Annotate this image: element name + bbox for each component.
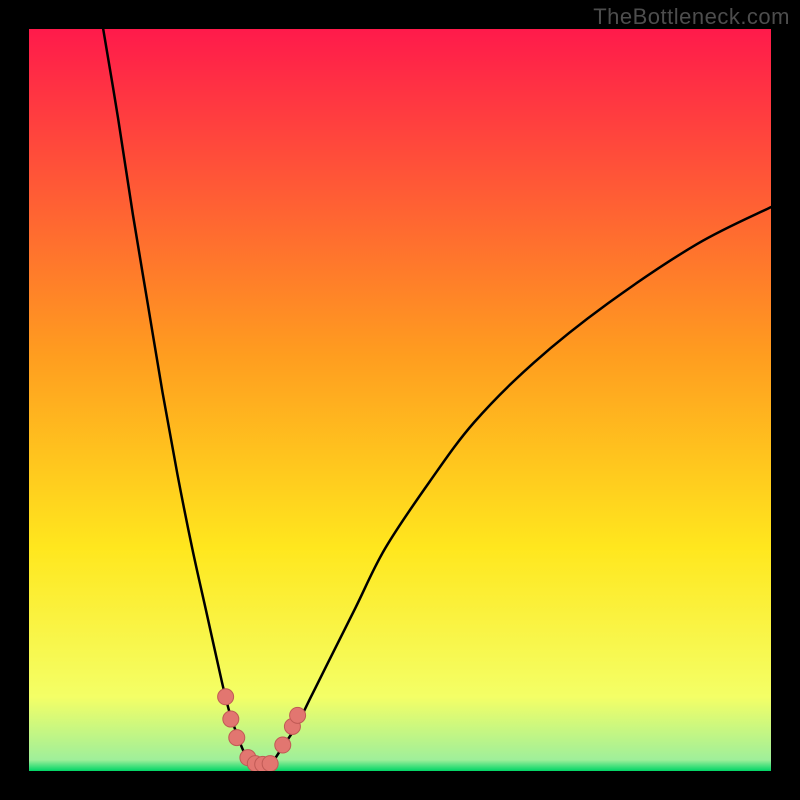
optimal-marker <box>290 707 306 723</box>
watermark-text: TheBottleneck.com <box>593 4 790 30</box>
optimal-marker <box>262 756 278 771</box>
bottleneck-chart <box>29 29 771 771</box>
optimal-marker <box>223 711 239 727</box>
optimal-marker <box>229 730 245 746</box>
optimal-marker <box>218 689 234 705</box>
optimal-marker <box>275 737 291 753</box>
gradient-background <box>29 29 771 771</box>
chart-frame: TheBottleneck.com <box>0 0 800 800</box>
